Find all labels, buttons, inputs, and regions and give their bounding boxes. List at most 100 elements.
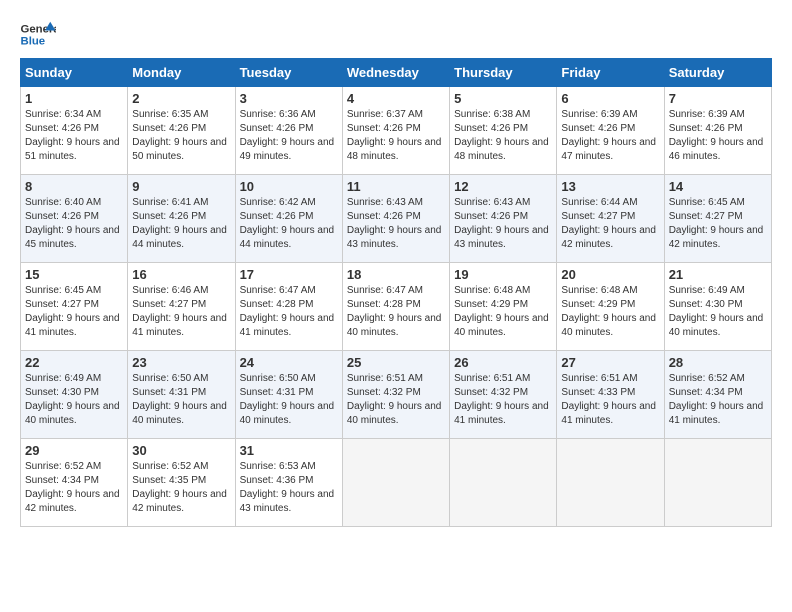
day-number: 6 [561,91,659,106]
day-number: 12 [454,179,552,194]
calendar-cell: 21 Sunrise: 6:49 AMSunset: 4:30 PMDayligh… [664,263,771,351]
calendar-cell: 7 Sunrise: 6:39 AMSunset: 4:26 PMDaylight… [664,87,771,175]
column-header-sunday: Sunday [21,59,128,87]
day-number: 24 [240,355,338,370]
day-number: 18 [347,267,445,282]
cell-info: Sunrise: 6:44 AMSunset: 4:27 PMDaylight:… [561,196,659,252]
cell-info: Sunrise: 6:48 AMSunset: 4:29 PMDaylight:… [561,284,659,340]
cell-info: Sunrise: 6:36 AMSunset: 4:26 PMDaylight:… [240,108,338,164]
day-number: 5 [454,91,552,106]
day-number: 28 [669,355,767,370]
day-number: 31 [240,443,338,458]
calendar-week-4: 22Sunrise: 6:49 AMSunset: 4:30 PMDayligh… [21,351,772,439]
cell-info: Sunrise: 6:37 AMSunset: 4:26 PMDaylight:… [347,108,445,164]
cell-info: Sunrise: 6:35 AMSunset: 4:26 PMDaylight:… [132,108,230,164]
day-number: 22 [25,355,123,370]
day-number: 30 [132,443,230,458]
column-header-saturday: Saturday [664,59,771,87]
calendar-cell: 11Sunrise: 6:43 AMSunset: 4:26 PMDayligh… [342,175,449,263]
day-number: 1 [25,91,123,106]
day-number: 21 [669,267,767,282]
cell-info: Sunrise: 6:39 AMSunset: 4:26 PMDaylight:… [669,108,767,164]
cell-info: Sunrise: 6:34 AMSunset: 4:26 PMDaylight:… [25,108,123,164]
day-number: 25 [347,355,445,370]
day-number: 9 [132,179,230,194]
cell-info: Sunrise: 6:47 AMSunset: 4:28 PMDaylight:… [240,284,338,340]
calendar-cell: 15Sunrise: 6:45 AMSunset: 4:27 PMDayligh… [21,263,128,351]
cell-info: Sunrise: 6:53 AMSunset: 4:36 PMDaylight:… [240,460,338,516]
cell-info: Sunrise: 6:48 AMSunset: 4:29 PMDaylight:… [454,284,552,340]
cell-info: Sunrise: 6:52 AMSunset: 4:35 PMDaylight:… [132,460,230,516]
calendar-cell: 1 Sunrise: 6:34 AMSunset: 4:26 PMDaylight… [21,87,128,175]
cell-info: Sunrise: 6:49 AMSunset: 4:30 PMDaylight:… [669,284,767,340]
calendar-cell: 12 Sunrise: 6:43 AMSunset: 4:26 PMDayligh… [450,175,557,263]
page-header: General Blue [20,20,772,48]
calendar-week-1: 1 Sunrise: 6:34 AMSunset: 4:26 PMDaylight… [21,87,772,175]
calendar-cell: 31 Sunrise: 6:53 AMSunset: 4:36 PMDayligh… [235,439,342,527]
column-header-wednesday: Wednesday [342,59,449,87]
calendar-header-row: SundayMondayTuesdayWednesdayThursdayFrid… [21,59,772,87]
calendar-cell: 9 Sunrise: 6:41 AMSunset: 4:26 PMDaylight… [128,175,235,263]
logo: General Blue [20,20,56,48]
cell-info: Sunrise: 6:39 AMSunset: 4:26 PMDaylight:… [561,108,659,164]
cell-info: Sunrise: 6:38 AMSunset: 4:26 PMDaylight:… [454,108,552,164]
cell-info: Sunrise: 6:51 AMSunset: 4:32 PMDaylight:… [347,372,445,428]
day-number: 19 [454,267,552,282]
cell-info: Sunrise: 6:51 AMSunset: 4:33 PMDaylight:… [561,372,659,428]
day-number: 14 [669,179,767,194]
cell-info: Sunrise: 6:42 AMSunset: 4:26 PMDaylight:… [240,196,338,252]
day-number: 10 [240,179,338,194]
cell-info: Sunrise: 6:52 AMSunset: 4:34 PMDaylight:… [669,372,767,428]
calendar-cell: 13Sunrise: 6:44 AMSunset: 4:27 PMDayligh… [557,175,664,263]
day-number: 7 [669,91,767,106]
calendar-week-5: 29 Sunrise: 6:52 AMSunset: 4:34 PMDayligh… [21,439,772,527]
day-number: 16 [132,267,230,282]
column-header-monday: Monday [128,59,235,87]
calendar-cell: 27 Sunrise: 6:51 AMSunset: 4:33 PMDayligh… [557,351,664,439]
day-number: 15 [25,267,123,282]
day-number: 8 [25,179,123,194]
calendar-cell: 18 Sunrise: 6:47 AMSunset: 4:28 PMDayligh… [342,263,449,351]
calendar-cell [342,439,449,527]
day-number: 17 [240,267,338,282]
cell-info: Sunrise: 6:52 AMSunset: 4:34 PMDaylight:… [25,460,123,516]
calendar-cell: 22Sunrise: 6:49 AMSunset: 4:30 PMDayligh… [21,351,128,439]
cell-info: Sunrise: 6:40 AMSunset: 4:26 PMDaylight:… [25,196,123,252]
calendar-week-2: 8 Sunrise: 6:40 AMSunset: 4:26 PMDaylight… [21,175,772,263]
cell-info: Sunrise: 6:41 AMSunset: 4:26 PMDaylight:… [132,196,230,252]
calendar-cell: 17 Sunrise: 6:47 AMSunset: 4:28 PMDayligh… [235,263,342,351]
calendar-cell [557,439,664,527]
cell-info: Sunrise: 6:43 AMSunset: 4:26 PMDaylight:… [454,196,552,252]
calendar-body: 1 Sunrise: 6:34 AMSunset: 4:26 PMDaylight… [21,87,772,527]
day-number: 3 [240,91,338,106]
svg-text:Blue: Blue [21,36,46,48]
column-header-thursday: Thursday [450,59,557,87]
day-number: 26 [454,355,552,370]
cell-info: Sunrise: 6:46 AMSunset: 4:27 PMDaylight:… [132,284,230,340]
column-header-tuesday: Tuesday [235,59,342,87]
column-header-friday: Friday [557,59,664,87]
calendar-cell: 10 Sunrise: 6:42 AMSunset: 4:26 PMDayligh… [235,175,342,263]
day-number: 27 [561,355,659,370]
calendar-cell: 6 Sunrise: 6:39 AMSunset: 4:26 PMDaylight… [557,87,664,175]
calendar-cell [664,439,771,527]
day-number: 2 [132,91,230,106]
calendar-cell: 14Sunrise: 6:45 AMSunset: 4:27 PMDayligh… [664,175,771,263]
calendar-table: SundayMondayTuesdayWednesdayThursdayFrid… [20,58,772,527]
calendar-cell: 8 Sunrise: 6:40 AMSunset: 4:26 PMDaylight… [21,175,128,263]
calendar-cell: 5 Sunrise: 6:38 AMSunset: 4:26 PMDaylight… [450,87,557,175]
cell-info: Sunrise: 6:47 AMSunset: 4:28 PMDaylight:… [347,284,445,340]
calendar-cell: 28 Sunrise: 6:52 AMSunset: 4:34 PMDayligh… [664,351,771,439]
calendar-cell: 29 Sunrise: 6:52 AMSunset: 4:34 PMDayligh… [21,439,128,527]
day-number: 29 [25,443,123,458]
calendar-cell: 19 Sunrise: 6:48 AMSunset: 4:29 PMDayligh… [450,263,557,351]
cell-info: Sunrise: 6:43 AMSunset: 4:26 PMDaylight:… [347,196,445,252]
cell-info: Sunrise: 6:51 AMSunset: 4:32 PMDaylight:… [454,372,552,428]
calendar-cell: 24Sunrise: 6:50 AMSunset: 4:31 PMDayligh… [235,351,342,439]
calendar-cell: 16 Sunrise: 6:46 AMSunset: 4:27 PMDayligh… [128,263,235,351]
calendar-cell: 26 Sunrise: 6:51 AMSunset: 4:32 PMDayligh… [450,351,557,439]
calendar-cell: 25 Sunrise: 6:51 AMSunset: 4:32 PMDayligh… [342,351,449,439]
logo-icon: General Blue [20,20,56,48]
calendar-cell: 23Sunrise: 6:50 AMSunset: 4:31 PMDayligh… [128,351,235,439]
cell-info: Sunrise: 6:50 AMSunset: 4:31 PMDaylight:… [132,372,230,428]
